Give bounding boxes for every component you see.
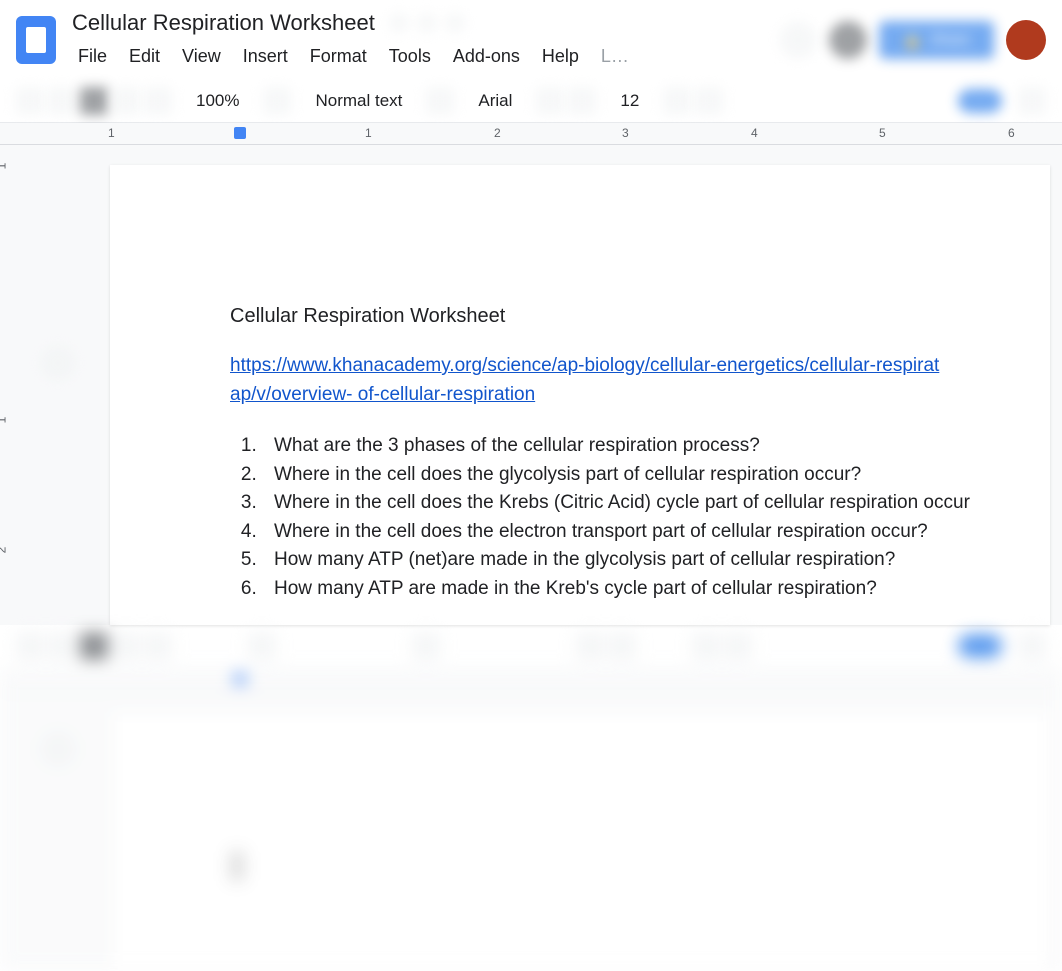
star-icon[interactable] <box>389 13 409 33</box>
paragraph-style-select[interactable]: Normal text <box>307 91 410 111</box>
ruler-mark: 3 <box>622 126 629 140</box>
v-ruler-mark: 1 <box>0 417 8 424</box>
doc-heading[interactable]: Cellular Respiration Worksheet <box>230 305 1010 328</box>
v-ruler-mark: 2 <box>0 547 8 554</box>
redo-button[interactable] <box>48 87 76 115</box>
font-dropdown-icon[interactable] <box>536 87 564 115</box>
font-select[interactable]: Arial <box>470 91 520 111</box>
cloud-status-icon <box>445 13 465 33</box>
bold-button[interactable] <box>695 87 723 115</box>
ruler-mark: 1 <box>108 126 115 140</box>
zoom-select[interactable]: 100% <box>188 91 247 111</box>
move-icon[interactable] <box>417 13 437 33</box>
font-size-increase[interactable] <box>663 87 691 115</box>
horizontal-ruler[interactable]: 1 1 2 3 4 5 6 <box>0 123 1062 145</box>
print-button[interactable] <box>80 87 108 115</box>
outline-toggle-button[interactable] <box>40 345 76 381</box>
ruler-mark: 2 <box>494 126 501 140</box>
history-icon[interactable] <box>779 21 817 59</box>
ruler-mark: 4 <box>751 126 758 140</box>
share-button[interactable]: 🔒 Share <box>879 21 994 59</box>
editing-mode-toggle[interactable] <box>958 89 1002 113</box>
list-item[interactable]: Where in the cell does the Krebs (Citric… <box>262 490 1010 517</box>
list-item[interactable]: How many ATP (net)are made in the glycol… <box>262 547 1010 574</box>
list-item[interactable]: Where in the cell does the glycolysis pa… <box>262 462 1010 489</box>
vertical-ruler[interactable]: 1 1 2 <box>0 145 20 625</box>
lock-icon: 🔒 <box>903 31 922 49</box>
font-size-input[interactable]: 12 <box>612 91 647 111</box>
app-header: Cellular Respiration Worksheet File Edit… <box>0 0 1062 79</box>
ruler-mark: 6 <box>1008 126 1015 140</box>
document-page[interactable]: Cellular Respiration Worksheet https://w… <box>110 165 1050 625</box>
paint-format-button[interactable] <box>144 87 172 115</box>
document-title[interactable]: Cellular Respiration Worksheet <box>68 8 379 38</box>
zoom-dropdown-icon[interactable] <box>263 87 291 115</box>
spellcheck-button[interactable] <box>112 87 140 115</box>
menu-tools[interactable]: Tools <box>379 42 441 71</box>
menu-addons[interactable]: Add-ons <box>443 42 530 71</box>
list-item[interactable]: What are the 3 phases of the cellular re… <box>262 433 1010 460</box>
menu-format[interactable]: Format <box>300 42 377 71</box>
comments-icon[interactable] <box>829 21 867 59</box>
list-item[interactable]: How many ATP are made in the Kreb's cycl… <box>262 576 1010 603</box>
menu-edit[interactable]: Edit <box>119 42 170 71</box>
menu-insert[interactable]: Insert <box>233 42 298 71</box>
question-list[interactable]: What are the 3 phases of the cellular re… <box>230 433 1010 603</box>
ruler-mark: 5 <box>879 126 886 140</box>
menu-view[interactable]: View <box>172 42 231 71</box>
document-canvas: 1 1 2 Cellular Respiration Worksheet htt… <box>0 145 1062 625</box>
font-size-decrease[interactable] <box>568 87 596 115</box>
indent-marker[interactable] <box>234 127 246 139</box>
doc-hyperlink[interactable]: https://www.khanacademy.org/science/ap-b… <box>230 352 1010 409</box>
user-avatar[interactable] <box>1006 20 1046 60</box>
menubar: File Edit View Insert Format Tools Add-o… <box>68 42 767 71</box>
share-label: Share <box>930 31 970 48</box>
docs-home-icon[interactable] <box>16 16 56 64</box>
blurred-duplicate-region <box>0 625 1062 971</box>
list-item[interactable]: Where in the cell does the electron tran… <box>262 519 1010 546</box>
menu-help[interactable]: Help <box>532 42 589 71</box>
last-edit-link[interactable]: La… <box>591 42 631 71</box>
format-toolbar: 100% Normal text Arial 12 <box>0 79 1062 123</box>
docs-page-icon <box>26 27 46 53</box>
menu-file[interactable]: File <box>68 42 117 71</box>
undo-button[interactable] <box>16 87 44 115</box>
style-dropdown-icon[interactable] <box>426 87 454 115</box>
more-toolbar-icon[interactable] <box>1018 87 1046 115</box>
ruler-mark: 1 <box>365 126 372 140</box>
v-ruler-mark: 1 <box>0 163 8 170</box>
